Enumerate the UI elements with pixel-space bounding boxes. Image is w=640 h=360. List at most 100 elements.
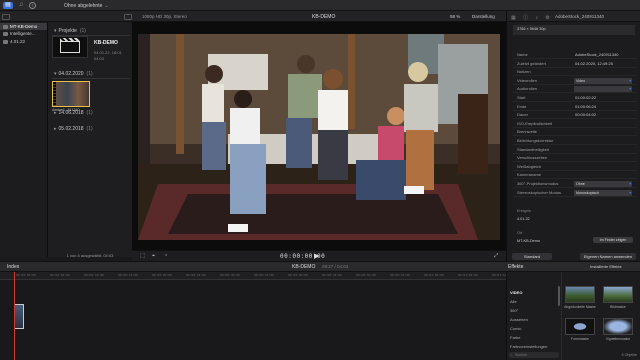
inspector-row-label: Verschlusszeiten — [517, 155, 548, 161]
inspector-row-label: Name — [517, 52, 528, 57]
project-thumbnail[interactable] — [52, 36, 88, 58]
ruler-tick-label: 00:00:00:00 — [16, 273, 36, 277]
inspector-row-value[interactable]: 01:00:06:24 — [575, 103, 596, 111]
clip-name: AdobeS...611340 — [52, 108, 80, 112]
effects-scrollbar[interactable] — [558, 286, 560, 306]
index-button[interactable]: Index — [4, 264, 22, 270]
inspector-row-label: Videorollen — [517, 77, 537, 83]
view-dropdown[interactable]: Darstellung — [472, 14, 495, 19]
timeline[interactable] — [0, 280, 506, 360]
inspector-tabs[interactable]: ▦ ⓘ ♪ ⚙ — [511, 14, 553, 21]
inspector-row: Audiorollen — [513, 85, 637, 94]
inspector-row-label: Weißabgleich — [517, 163, 542, 169]
transform-icon[interactable]: ⌖ — [152, 253, 155, 260]
library-label: Ort — [517, 231, 523, 235]
timeline-clip[interactable] — [14, 304, 24, 329]
effects-category-header: VIDEO — [510, 290, 523, 295]
effect-label: Formmaske — [571, 337, 589, 341]
timecode-display[interactable]: 00:00:00:00 — [280, 253, 325, 260]
smart-collection-folder-icon — [3, 31, 8, 36]
ruler-tick-label: 00:00:40:00 — [288, 273, 308, 277]
shape-mask-preview[interactable] — [565, 318, 595, 335]
vignette-mask-preview[interactable] — [603, 318, 633, 335]
inspector-row-label: Notizen — [517, 69, 531, 75]
effects-category[interactable]: Alle — [510, 299, 517, 304]
select-tool-icon[interactable]: ⬚ — [140, 253, 145, 259]
library-value: MT-KB-Demo — [517, 239, 540, 243]
browser-header — [0, 11, 132, 22]
inspector-row: Start 01:00:02:22 — [513, 94, 637, 102]
ruler-tick-label: 00:00:55:00 — [390, 273, 410, 277]
inspector-row: ISO-Empfindlichkeit — [513, 120, 637, 128]
inspector-popup[interactable]: Ohne — [574, 181, 632, 187]
libraries-sidebar: MT-KB-Demo Intelligente... 4.01.22 — [0, 22, 48, 257]
inspector-row-label: 360°-Projektionsmodus — [517, 181, 559, 186]
inspector-row-value[interactable]: AdobeStock_240911340 — [575, 51, 619, 59]
project-duration: 04:03 — [94, 56, 105, 61]
timeline-project-name[interactable]: KB-DEMO — [292, 264, 315, 270]
inspector-popup[interactable]: Monoskopisch — [574, 189, 632, 196]
speed-icon[interactable]: ◔ — [164, 253, 167, 259]
zoom-dropdown[interactable]: 58 % — [450, 14, 460, 19]
project-name: KB-DEMO — [94, 40, 118, 46]
timeline-header: Index KB-DEMO 08:27 / 04:03 Effekte Inst… — [0, 261, 640, 272]
browser-footer: 1 von 4 ausgewählt, 04:03 — [66, 253, 114, 258]
apply-names-dropdown[interactable]: Eigenen Namen anwenden — [580, 253, 636, 260]
clip-thumbnail[interactable] — [52, 81, 90, 107]
inspector-header: ▦ ⓘ ♪ ⚙ AdobeStock_240911340 — [507, 11, 640, 22]
library-icon[interactable]: ▤ — [3, 1, 13, 9]
effects-category[interactable]: Farbvoreinstellungen — [510, 344, 547, 349]
projects-header[interactable]: ▾ Projekte (1) — [54, 28, 86, 34]
inspector-row-label: ISO-Empfindlichkeit — [517, 120, 553, 126]
photos-icon[interactable]: ♫ — [16, 2, 26, 9]
mask-preview[interactable] — [603, 286, 633, 303]
effects-category[interactable]: Aussehen — [510, 317, 528, 322]
inspector-row: Notizen — [513, 68, 637, 77]
vignette-preview[interactable] — [565, 286, 595, 303]
ruler-tick-label: 00:01:05:00 — [458, 273, 478, 277]
inspector-popup[interactable] — [574, 86, 632, 93]
ruler-tick-label: 00:00:25:00 — [186, 273, 206, 277]
effects-search-input[interactable]: Suchen — [509, 352, 559, 358]
viewer-header: 1080p HD 30p, Stereo KB-DEMO 58 % Darste… — [132, 11, 506, 22]
inspector-row-label: Ende — [517, 103, 527, 109]
inspector-row-value[interactable]: 04.02.2020, 12:49:25 — [575, 60, 613, 68]
inspector-row-label: Brennweite — [517, 129, 538, 135]
effects-category[interactable]: Farbe — [510, 335, 520, 340]
ruler-tick-label: 00:00:20:00 — [152, 273, 172, 277]
viewer — [132, 22, 506, 250]
installed-effects-dropdown[interactable]: Installierte Effekte — [590, 264, 622, 269]
sidebar-item-smart-collections[interactable]: Intelligente... — [3, 30, 36, 37]
inspector-row-label: Belichtungskorrektur — [517, 138, 554, 143]
sidebar-item-library[interactable]: MT-KB-Demo — [0, 23, 47, 30]
sidebar-item-event[interactable]: 4.01.22 — [3, 38, 25, 45]
ruler-tick-label: 00:00:50:00 — [356, 273, 376, 277]
inspector: ▦ ⓘ ♪ ⚙ AdobeStock_240911340 3766 × 5648… — [506, 11, 640, 261]
inspector-popup[interactable]: Video — [574, 77, 632, 84]
playhead[interactable] — [14, 272, 15, 360]
effect-label: Vignettenmaske — [605, 337, 631, 341]
effects-category[interactable]: 360° — [510, 308, 518, 313]
timeline-duration: 08:27 / 04:03 — [322, 264, 349, 269]
viewer-title: KB-DEMO — [312, 14, 336, 20]
inspector-row: Videorollen Video — [513, 77, 637, 85]
inspector-row: Zuletzt geändert 04.02.2020, 12:49:25 — [513, 60, 637, 68]
show-in-finder-button[interactable]: Im Finder zeigen — [593, 237, 633, 243]
metadata-view-dropdown[interactable]: Standard — [512, 253, 552, 260]
inspector-row-value[interactable]: 01:00:02:22 — [575, 94, 596, 102]
fullscreen-icon[interactable]: ⤢ — [494, 253, 498, 260]
clip-appearance-icon[interactable] — [124, 14, 132, 20]
group-header[interactable]: ▸ 05.02.2018 (1) — [54, 126, 93, 132]
ruler-tick-label: 00:00:05:00 — [50, 273, 70, 277]
inspector-row: 360°-Projektionsmodus Ohne — [513, 180, 637, 188]
viewer-controls: ⬚ ⌖ ◔ ▶ 00:00:00:00 ⤢ — [132, 250, 506, 261]
group-header[interactable]: ▾ 04.02.2020 (1) — [54, 71, 93, 77]
effects-category[interactable]: Comic — [510, 326, 521, 331]
inspector-row-label: Stereoskopischer Modus — [517, 189, 562, 195]
sidebar-toggle-icon[interactable] — [2, 14, 10, 20]
inspector-title: AdobeStock_240911340 — [555, 14, 604, 19]
timeline-ruler[interactable]: 00:00:00:00 00:00:05:00 00:00:10:00 00:00:1… — [0, 272, 512, 280]
clip-filter-dropdown[interactable]: Ohne abgelehnte ⌄ — [64, 3, 109, 9]
titles-icon[interactable]: T — [29, 1, 36, 9]
inspector-row-value[interactable]: 00:00:04:02 — [575, 111, 596, 119]
